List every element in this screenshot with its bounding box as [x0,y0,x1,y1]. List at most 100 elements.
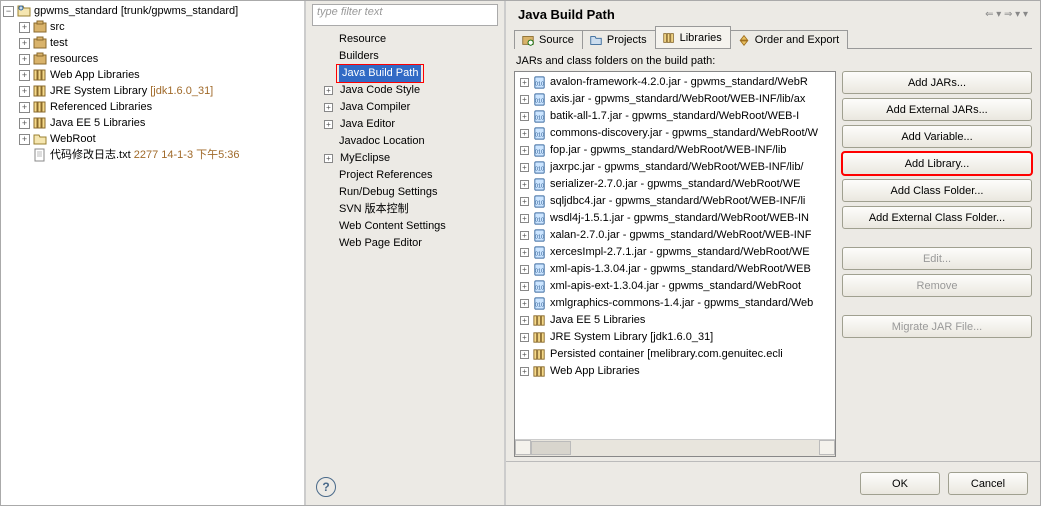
expand-icon[interactable]: + [324,103,333,112]
expand-icon[interactable]: + [520,112,529,121]
jar-list-item[interactable]: +Java EE 5 Libraries [517,312,835,329]
expand-icon[interactable]: + [520,180,529,189]
jar-list-item[interactable]: +fop.jar - gpwms_standard/WebRoot/WEB-IN… [517,142,835,159]
expand-icon[interactable]: + [324,86,333,95]
add-library-button[interactable]: Add Library... [842,152,1032,175]
jar-list-item[interactable]: +avalon-framework-4.2.0.jar - gpwms_stan… [517,74,835,91]
property-tree-item[interactable]: Javadoc Location [312,133,504,150]
property-tree-item[interactable]: +Java Editor [312,116,504,133]
expand-icon[interactable]: + [520,129,529,138]
expand-icon[interactable]: + [520,282,529,291]
jar-list-item[interactable]: +serializer-2.7.0.jar - gpwms_standard/W… [517,176,835,193]
remove-button[interactable]: Remove [842,274,1032,297]
jar-list-item[interactable]: +axis.jar - gpwms_standard/WebRoot/WEB-I… [517,91,835,108]
expand-icon[interactable]: + [520,197,529,206]
jar-icon [532,160,547,175]
tree-item[interactable]: +Java EE 5 Libraries [3,115,304,131]
expand-icon[interactable]: + [520,316,529,325]
lib-icon [32,67,48,83]
property-tree-item[interactable]: SVN 版本控制 [312,201,504,218]
jar-list[interactable]: +avalon-framework-4.2.0.jar - gpwms_stan… [515,72,835,439]
jar-list-item[interactable]: +batik-all-1.7.jar - gpwms_standard/WebR… [517,108,835,125]
property-tree-item[interactable]: Run/Debug Settings [312,184,504,201]
horizontal-scrollbar[interactable] [515,439,835,456]
tree-item[interactable]: +src [3,19,304,35]
tree-item[interactable]: +Web App Libraries [3,67,304,83]
jar-list-item[interactable]: +sqljdbc4.jar - gpwms_standard/WebRoot/W… [517,193,835,210]
expand-icon[interactable]: + [19,70,30,81]
jar-list-item[interactable]: +JRE System Library [jdk1.6.0_31] [517,329,835,346]
jar-list-item[interactable]: +Web App Libraries [517,363,835,380]
add-jars-button[interactable]: Add JARs... [842,71,1032,94]
expand-icon[interactable]: + [520,333,529,342]
expand-icon[interactable]: + [520,214,529,223]
cancel-button[interactable]: Cancel [948,472,1028,495]
expand-icon[interactable]: + [19,86,30,97]
nav-history-buttons[interactable]: ⇐ ▾ ⇒ ▾ ▾ [985,9,1028,20]
property-tree-item[interactable]: Web Content Settings [312,218,504,235]
expand-icon[interactable]: + [520,350,529,359]
tree-item[interactable]: +JRE System Library [jdk1.6.0_31] [3,83,304,99]
property-tree-item[interactable]: Web Page Editor [312,235,504,252]
add-external-jars-button[interactable]: Add External JARs... [842,98,1032,121]
jar-list-item[interactable]: +xml-apis-ext-1.3.04.jar - gpwms_standar… [517,278,835,295]
tree-item[interactable]: +test [3,35,304,51]
property-tree[interactable]: ResourceBuildersJava Build Path+Java Cod… [306,29,504,252]
property-tree-item[interactable]: Project References [312,167,504,184]
jar-list-item[interactable]: +wsdl4j-1.5.1.jar - gpwms_standard/WebRo… [517,210,835,227]
jar-list-item[interactable]: +jaxrpc.jar - gpwms_standard/WebRoot/WEB… [517,159,835,176]
property-tree-item[interactable]: Resource [312,31,504,48]
jar-list-item[interactable]: +xmlgraphics-commons-1.4.jar - gpwms_sta… [517,295,835,312]
expand-icon[interactable]: + [520,367,529,376]
tree-item[interactable]: .代码修改日志.txt 2277 14-1-3 下午5:36 [3,147,304,163]
tab-source[interactable]: Source [514,30,583,49]
tree-item[interactable]: +WebRoot [3,131,304,147]
property-label: Javadoc Location [336,133,428,150]
jar-list-item[interactable]: +xercesImpl-2.7.1.jar - gpwms_standard/W… [517,244,835,261]
expand-icon[interactable]: + [520,146,529,155]
scroll-right-button[interactable] [819,440,835,455]
tree-root[interactable]: − gpwms_standard [trunk/gpwms_standard] [3,3,304,19]
expand-icon[interactable]: + [324,154,333,163]
edit-button[interactable]: Edit... [842,247,1032,270]
expand-icon[interactable]: + [520,248,529,257]
property-tree-item[interactable]: Builders [312,48,504,65]
expand-icon[interactable]: + [19,134,30,145]
project-tree[interactable]: − gpwms_standard [trunk/gpwms_standard] … [1,1,304,163]
add-external-class-folder-button[interactable]: Add External Class Folder... [842,206,1032,229]
expand-icon[interactable]: + [324,120,333,129]
tab-libraries[interactable]: Libraries [655,26,731,48]
add-class-folder-button[interactable]: Add Class Folder... [842,179,1032,202]
jar-list-item[interactable]: +xml-apis-1.3.04.jar - gpwms_standard/We… [517,261,835,278]
filter-input[interactable]: type filter text [312,4,498,26]
scroll-thumb[interactable] [531,441,571,455]
expand-icon[interactable]: + [19,54,30,65]
expand-icon[interactable]: + [520,299,529,308]
expand-icon[interactable]: + [19,22,30,33]
tree-item[interactable]: +resources [3,51,304,67]
expand-icon[interactable]: + [520,95,529,104]
expand-icon[interactable]: + [19,38,30,49]
tree-item[interactable]: +Referenced Libraries [3,99,304,115]
scroll-left-button[interactable] [515,440,531,455]
expand-icon[interactable]: + [520,78,529,87]
property-tree-item[interactable]: +Java Code Style [312,82,504,99]
jar-list-item[interactable]: +Persisted container [melibrary.com.genu… [517,346,835,363]
help-icon[interactable]: ? [316,477,336,497]
expand-icon[interactable]: + [520,163,529,172]
migrate-jar-button[interactable]: Migrate JAR File... [842,315,1032,338]
expand-icon[interactable]: + [19,118,30,129]
property-tree-item[interactable]: +Java Compiler [312,99,504,116]
expand-icon[interactable]: + [520,265,529,274]
jar-list-item[interactable]: +xalan-2.7.0.jar - gpwms_standard/WebRoo… [517,227,835,244]
expand-icon[interactable]: − [3,6,14,17]
property-tree-item[interactable]: Java Build Path [312,65,504,82]
jar-list-item[interactable]: +commons-discovery.jar - gpwms_standard/… [517,125,835,142]
tab-order-and-export[interactable]: Order and Export [730,30,848,49]
property-tree-item[interactable]: +MyEclipse [312,150,504,167]
tab-projects[interactable]: Projects [582,30,656,49]
expand-icon[interactable]: + [520,231,529,240]
expand-icon[interactable]: + [19,102,30,113]
ok-button[interactable]: OK [860,472,940,495]
add-variable-button[interactable]: Add Variable... [842,125,1032,148]
